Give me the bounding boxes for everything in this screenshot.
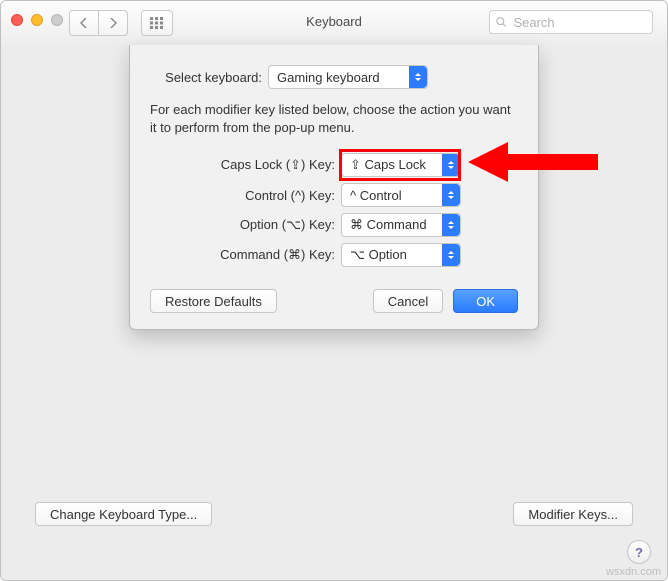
control-label: Control (^) Key: — [150, 188, 341, 203]
ok-button[interactable]: OK — [453, 289, 518, 313]
preferences-pane: Select keyboard: Gaming keyboard For eac… — [1, 45, 667, 580]
control-value: ^ Control — [350, 188, 402, 203]
chevrons-icon — [442, 184, 460, 206]
modifier-keys-button[interactable]: Modifier Keys... — [513, 502, 633, 526]
annotation-arrow-icon — [468, 138, 598, 186]
capslock-select[interactable]: ⇪ Caps Lock — [341, 153, 461, 177]
option-select[interactable]: ⌘ Command — [341, 213, 461, 237]
watermark: wsxdn.com — [606, 566, 661, 578]
option-label: Option (⌥) Key: — [150, 217, 341, 233]
keyboard-select-value: Gaming keyboard — [277, 70, 380, 85]
restore-defaults-button[interactable]: Restore Defaults — [150, 289, 277, 313]
option-value: ⌘ Command — [350, 217, 427, 233]
chevrons-icon — [442, 214, 460, 236]
titlebar: Keyboard — [1, 1, 667, 46]
chevrons-icon — [409, 66, 427, 88]
help-icon: ? — [635, 545, 643, 560]
chevrons-icon — [442, 244, 460, 266]
search-input[interactable] — [511, 14, 646, 31]
help-button[interactable]: ? — [627, 540, 651, 564]
pane-bottom-buttons: Change Keyboard Type... Modifier Keys... — [35, 502, 633, 526]
keyboard-select[interactable]: Gaming keyboard — [268, 65, 428, 89]
sheet-help-text: For each modifier key listed below, choo… — [150, 101, 518, 137]
search-field[interactable] — [489, 10, 653, 34]
modifier-keys-sheet: Select keyboard: Gaming keyboard For eac… — [129, 45, 539, 330]
change-keyboard-type-button[interactable]: Change Keyboard Type... — [35, 502, 212, 526]
command-select[interactable]: ⌥ Option — [341, 243, 461, 267]
command-value: ⌥ Option — [350, 247, 407, 263]
preferences-window: Keyboard Select keyboard: Gaming keyboar… — [0, 0, 668, 581]
cancel-button[interactable]: Cancel — [373, 289, 443, 313]
select-keyboard-label: Select keyboard: — [150, 70, 268, 85]
control-select[interactable]: ^ Control — [341, 183, 461, 207]
chevrons-icon — [442, 154, 460, 176]
capslock-label: Caps Lock (⇪) Key: — [150, 157, 341, 173]
search-icon — [496, 16, 506, 28]
command-label: Command (⌘) Key: — [150, 247, 341, 263]
capslock-value: ⇪ Caps Lock — [350, 157, 426, 173]
